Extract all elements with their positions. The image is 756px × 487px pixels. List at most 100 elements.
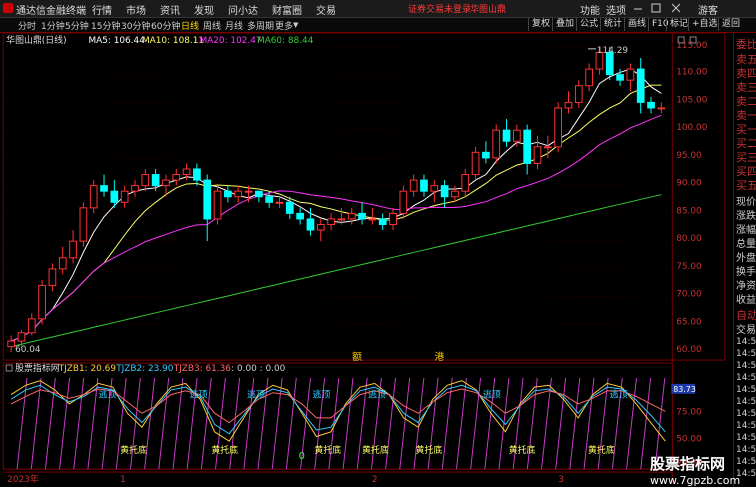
candle-body <box>636 68 645 103</box>
btn-fanhui[interactable]: 返回 <box>718 18 743 31</box>
btn-tongji[interactable]: 统计 <box>600 18 625 31</box>
y-tick: 65.00 <box>676 317 702 327</box>
candle-body <box>647 101 655 109</box>
candle-body <box>89 185 98 209</box>
sub-y-tick: 75.00 <box>676 408 702 418</box>
side-time: 14:5 <box>736 421 756 431</box>
candle-body <box>543 146 552 149</box>
tjzb1-label: TJZB1: 20.69 <box>58 364 117 374</box>
more-dropdown-icon[interactable]: ▼ <box>293 21 298 29</box>
candle-body <box>172 174 181 181</box>
top-escape-label: 逃顶 <box>98 389 116 401</box>
y-tick: 60.00 <box>676 345 702 355</box>
candle-body <box>38 285 46 320</box>
candle-body <box>482 151 490 159</box>
period-weekly[interactable]: 周线 <box>203 19 221 32</box>
period-monthly[interactable]: 月线 <box>225 19 243 32</box>
login-warning[interactable]: 证券交易未登录 <box>408 2 471 15</box>
candle-body <box>430 185 439 192</box>
btn-huaxian[interactable]: 画线 <box>624 18 649 31</box>
btn-diejia[interactable]: 叠加 <box>552 18 577 31</box>
candle-body <box>27 318 36 334</box>
menu-caifuquan[interactable]: 财富圈 <box>272 2 302 17</box>
btn-zixuan[interactable]: +自选 <box>688 18 721 31</box>
side-netasset: 净资 <box>736 281 756 292</box>
y-tick: 100.00 <box>676 123 707 133</box>
candle-body <box>492 129 501 159</box>
app-logo-icon <box>3 3 13 13</box>
candle-body <box>399 190 408 214</box>
candle-body <box>564 101 573 109</box>
candle-body <box>182 168 191 176</box>
x-label: 2023年 <box>7 473 39 483</box>
candle-body <box>296 212 304 220</box>
candle-body <box>389 212 397 225</box>
menu-faxian[interactable]: 发现 <box>194 2 214 17</box>
candle-body <box>554 107 562 148</box>
watermark: 股票指标网 www.7gpzb.com <box>650 453 756 487</box>
candle-body <box>368 218 377 221</box>
candle-body <box>585 68 593 87</box>
y-tick: 75.00 <box>676 262 702 272</box>
ma10-label: MA10: 108.11 <box>142 36 204 46</box>
top-escape-label: 逃顶 <box>312 389 330 401</box>
candle-body <box>58 257 67 270</box>
menu-wenxiaoda[interactable]: 问小达 <box>228 2 258 17</box>
bottom-support-label: 黄托底 <box>588 444 615 456</box>
period-daily[interactable]: 日线 <box>181 19 199 32</box>
side-change-pct: 涨幅 <box>736 225 756 236</box>
menu-jiaoyi[interactable]: 交易 <box>316 2 336 17</box>
side-volume: 总量 <box>736 239 756 250</box>
y-tick: 110.00 <box>676 68 707 78</box>
watermark-title: 股票指标网 <box>650 455 726 473</box>
candle-body <box>523 129 532 164</box>
window-controls[interactable] <box>630 3 690 14</box>
candle-body <box>79 207 88 242</box>
btn-fuquan[interactable]: 复权 <box>528 18 553 31</box>
period-multi[interactable]: 多周期 <box>247 19 274 32</box>
btn-gongshi[interactable]: 公式 <box>576 18 601 31</box>
x-label: 1 <box>120 475 126 483</box>
period-30min[interactable]: 30分钟 <box>121 19 150 32</box>
low-price-label: 60.04 <box>15 345 41 355</box>
candle-body <box>141 174 150 187</box>
menu-youke[interactable]: 游客 <box>698 2 718 17</box>
candle-body <box>162 179 170 187</box>
period-fenshi[interactable]: 分时 <box>18 19 36 32</box>
candle-body <box>337 218 346 221</box>
period-60min[interactable]: 60分钟 <box>151 19 180 32</box>
candle-body <box>7 340 15 348</box>
period-15min[interactable]: 15分钟 <box>91 19 120 32</box>
side-turnover: 换手 <box>736 267 756 278</box>
period-more[interactable]: 更多 <box>275 19 293 32</box>
candle-body <box>48 268 57 287</box>
side-time: 14:5 <box>736 349 756 359</box>
y-tick: 105.00 <box>676 95 707 105</box>
indicator-current-value: 83.73 <box>673 385 696 394</box>
side-weibi: 委比 <box>736 38 756 51</box>
side-time: 14:5 <box>736 373 756 383</box>
candle-body <box>378 218 387 225</box>
tjzb3-label: TJZB3: 61.36 <box>173 364 232 374</box>
candle-body <box>234 190 243 198</box>
candle-body <box>327 218 335 225</box>
top-escape-label: 逃顶 <box>368 389 386 401</box>
side-time: 14:5 <box>736 397 756 407</box>
menu-hangqing[interactable]: 行情 <box>92 2 112 17</box>
menu-gongneng[interactable]: 功能 <box>580 2 600 17</box>
side-trade[interactable]: 交易 <box>736 321 756 336</box>
high-price-label: 114.29 <box>597 46 628 56</box>
bottom-support-label: 黄托底 <box>211 444 238 456</box>
candle-body <box>347 212 356 220</box>
y-tick: 85.00 <box>676 206 702 216</box>
menu-xuanxiang[interactable]: 选项 <box>606 2 626 17</box>
ma60-label: MA60: 88.44 <box>257 36 314 46</box>
candle-body <box>69 240 77 259</box>
top-escape-label: 逃顶 <box>483 389 501 401</box>
period-5min[interactable]: 5分钟 <box>65 19 89 32</box>
menu-zixun[interactable]: 资讯 <box>160 2 180 17</box>
maximize-icon <box>651 3 661 13</box>
kline-chart[interactable]: 华图山鼎(日线) MA5: 106.44 MA10: 108.11 MA20: … <box>0 33 728 483</box>
period-1min[interactable]: 1分钟 <box>41 19 65 32</box>
menu-shichang[interactable]: 市场 <box>126 2 146 17</box>
